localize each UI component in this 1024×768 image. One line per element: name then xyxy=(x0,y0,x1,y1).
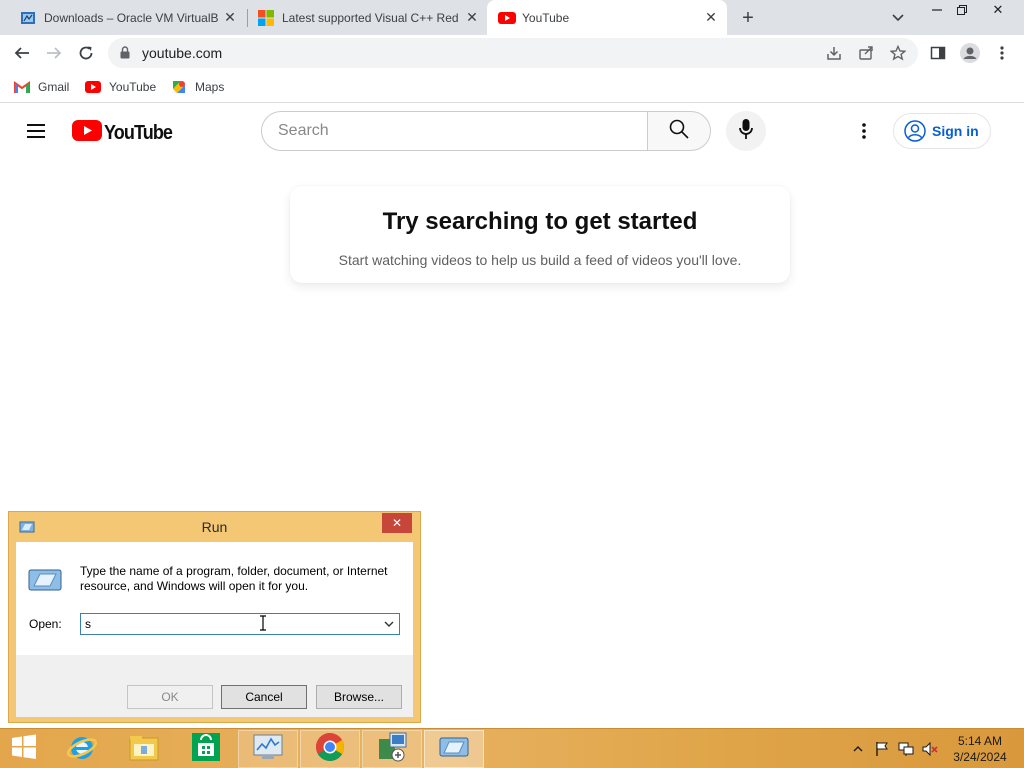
taskbar: 5:14 AM 3/24/2024 xyxy=(0,728,1024,768)
clock-date: 3/24/2024 xyxy=(953,750,1007,764)
tab-search-chevron-icon[interactable] xyxy=(888,8,908,28)
restore-button[interactable] xyxy=(947,0,977,20)
file-explorer-icon xyxy=(128,732,160,767)
taskbar-internet-explorer[interactable] xyxy=(52,730,112,768)
run-title: Run xyxy=(201,519,228,535)
run-content: Type the name of a program, folder, docu… xyxy=(16,542,413,655)
tab-visual-cpp[interactable]: Latest supported Visual C++ Red ✕ xyxy=(238,0,488,35)
close-tab-icon[interactable]: ✕ xyxy=(701,8,721,28)
bookmark-maps[interactable]: Maps xyxy=(171,77,224,97)
windows-store-icon xyxy=(191,732,221,767)
search-button[interactable] xyxy=(647,111,711,151)
youtube-logo-text: YouTube xyxy=(104,121,173,144)
gmail-icon xyxy=(14,81,30,93)
bookmark-label: Gmail xyxy=(38,80,70,94)
tab-virtualbox-downloads[interactable]: Downloads – Oracle VM VirtualB ✕ xyxy=(0,0,246,35)
forward-icon[interactable] xyxy=(40,39,68,67)
network-icon[interactable] xyxy=(898,741,914,757)
run-instructions: Type the name of a program, folder, docu… xyxy=(80,564,388,593)
run-client-area: Type the name of a program, folder, docu… xyxy=(16,542,413,717)
new-tab-button[interactable]: + xyxy=(736,6,760,30)
empty-feed-card: Try searching to get started Start watch… xyxy=(290,186,790,283)
url-text: youtube.com xyxy=(142,45,223,61)
side-panel-icon[interactable] xyxy=(924,39,952,67)
start-icon xyxy=(11,734,37,765)
close-tab-icon[interactable]: ✕ xyxy=(462,8,482,28)
action-center-flag-icon[interactable] xyxy=(874,741,890,757)
close-window-button[interactable]: ✕ xyxy=(983,0,1013,20)
taskbar-virtualbox-installer[interactable] xyxy=(362,730,422,768)
bookmark-star-icon[interactable] xyxy=(888,43,908,63)
run-dialog: Run ✕ Type the name of a program, folder… xyxy=(8,511,421,723)
ok-button[interactable]: OK xyxy=(127,685,213,709)
tab-strip: Downloads – Oracle VM VirtualB ✕ Latest … xyxy=(0,0,1024,35)
lock-icon[interactable] xyxy=(120,46,130,64)
search-input[interactable] xyxy=(262,112,648,150)
dropdown-chevron-icon[interactable] xyxy=(379,614,399,634)
internet-explorer-icon xyxy=(66,731,98,768)
task-manager-icon xyxy=(252,733,284,766)
close-icon[interactable]: ✕ xyxy=(382,513,412,533)
taskbar-chrome[interactable] xyxy=(300,730,360,768)
open-combobox[interactable] xyxy=(80,613,400,635)
bookmark-gmail[interactable]: Gmail xyxy=(14,77,69,97)
tab-title: Downloads – Oracle VM VirtualB xyxy=(44,10,219,25)
empty-feed-subtitle: Start watching videos to help us build a… xyxy=(338,252,742,268)
chrome-menu-icon[interactable] xyxy=(988,39,1016,67)
taskbar-clock[interactable]: 5:14 AM 3/24/2024 xyxy=(946,733,1014,765)
cancel-button[interactable]: Cancel xyxy=(221,685,307,709)
run-icon xyxy=(439,736,469,763)
search-box[interactable] xyxy=(261,111,648,151)
youtube-icon xyxy=(85,81,101,93)
open-input[interactable] xyxy=(81,614,377,634)
tab-title: Latest supported Visual C++ Red xyxy=(282,10,459,25)
profile-avatar-icon[interactable] xyxy=(956,39,984,67)
account-icon xyxy=(904,120,926,142)
taskbar-file-explorer[interactable] xyxy=(114,730,174,768)
start-button[interactable] xyxy=(0,730,48,768)
youtube-play-icon xyxy=(72,120,102,146)
volume-muted-icon[interactable] xyxy=(922,741,938,757)
share-icon[interactable] xyxy=(856,43,876,63)
virtualbox-icon xyxy=(20,10,36,26)
bookmarks-bar: Gmail YouTube Maps xyxy=(0,71,1024,103)
run-titlebar[interactable]: Run ✕ xyxy=(9,512,420,542)
install-app-icon[interactable] xyxy=(824,43,844,63)
empty-feed-title: Try searching to get started xyxy=(382,208,698,235)
bookmark-label: Maps xyxy=(195,80,225,94)
more-options-icon[interactable] xyxy=(852,119,876,143)
tab-title: YouTube xyxy=(522,10,570,25)
browse-button[interactable]: Browse... xyxy=(316,685,402,709)
text-cursor-icon xyxy=(259,615,267,631)
tab-youtube[interactable]: YouTube ✕ xyxy=(487,0,727,35)
reload-icon[interactable] xyxy=(72,39,100,67)
chrome-icon xyxy=(315,732,345,767)
close-tab-icon[interactable]: ✕ xyxy=(220,8,240,28)
youtube-logo[interactable]: YouTube xyxy=(72,120,180,146)
taskbar-windows-store[interactable] xyxy=(176,730,236,768)
show-hidden-icons-icon[interactable] xyxy=(850,741,866,757)
search-icon xyxy=(669,119,689,144)
taskbar-task-manager[interactable] xyxy=(238,730,298,768)
virtualbox-installer-icon xyxy=(376,731,408,768)
microphone-icon xyxy=(738,118,754,145)
browser-toolbar: youtube.com xyxy=(0,35,1024,71)
back-icon[interactable] xyxy=(8,39,36,67)
sign-in-button[interactable]: Sign in xyxy=(893,113,991,149)
bookmark-youtube[interactable]: YouTube xyxy=(85,77,156,97)
bookmark-label: YouTube xyxy=(109,80,157,94)
address-bar[interactable]: youtube.com xyxy=(108,38,918,68)
run-program-icon xyxy=(28,567,62,598)
youtube-icon xyxy=(498,10,516,26)
youtube-header: YouTube Sign in xyxy=(0,103,1024,159)
taskbar-run[interactable] xyxy=(424,730,484,768)
clock-time: 5:14 AM xyxy=(957,734,1003,748)
microsoft-icon xyxy=(258,9,274,26)
sign-in-label: Sign in xyxy=(932,123,979,139)
maps-icon xyxy=(171,79,187,95)
voice-search-button[interactable] xyxy=(726,111,766,151)
open-label: Open: xyxy=(29,617,62,631)
hamburger-menu-icon[interactable] xyxy=(22,117,50,145)
